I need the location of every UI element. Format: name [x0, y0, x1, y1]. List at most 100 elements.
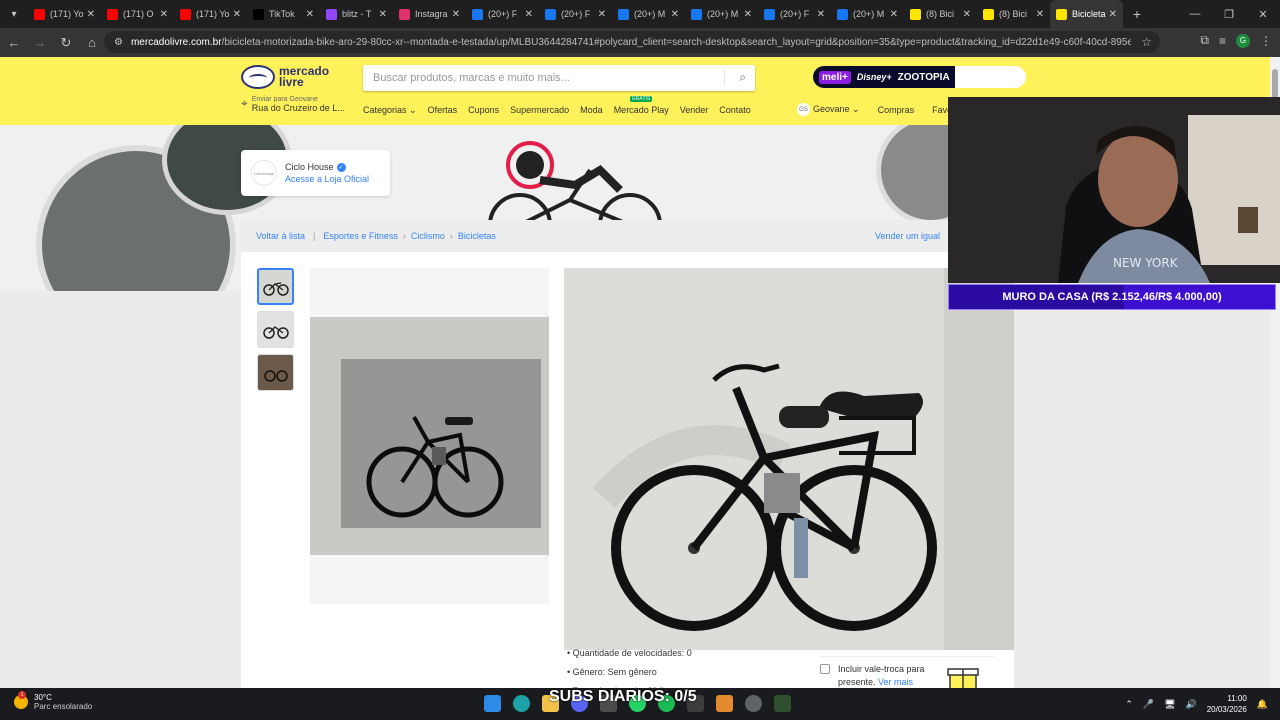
browser-toolbar: ← → ↻ ⌂ ⚙ mercadolivre.com.br/bicicleta-…	[0, 28, 1280, 57]
tab-close-icon[interactable]: ✕	[598, 9, 606, 20]
tab-close-icon[interactable]: ✕	[890, 9, 898, 20]
browser-tab[interactable]: (20+) M ✕	[831, 0, 904, 28]
restore-icon[interactable]: ❐	[1212, 0, 1246, 28]
site-info-icon[interactable]: ⚙	[114, 37, 123, 48]
breadcrumb-sports[interactable]: Esportes e Fitness	[323, 231, 398, 241]
browser-tab[interactable]: (8) Bici ✕	[977, 0, 1050, 28]
address-bar[interactable]: ⚙ mercadolivre.com.br/bicicleta-motoriza…	[104, 31, 1160, 53]
tab-close-icon[interactable]: ✕	[963, 9, 971, 20]
facebook-icon	[545, 8, 556, 20]
search-input[interactable]	[363, 65, 713, 91]
tab-close-icon[interactable]: ✕	[744, 9, 752, 20]
nav-item[interactable]: Supermercado	[510, 105, 569, 116]
clock-date: 20/03/2026	[1206, 705, 1247, 714]
nav-item[interactable]: Ofertas	[428, 105, 458, 116]
close-window-icon[interactable]: ✕	[1246, 0, 1280, 28]
microphone-icon[interactable]: 🎤	[1143, 699, 1154, 710]
back-icon[interactable]: ←	[2, 31, 26, 55]
network-icon[interactable]: 🖥	[1164, 699, 1175, 710]
sell-same-link[interactable]: Vender um igual	[875, 231, 940, 241]
url-domain: mercadolivre.com.br	[130, 36, 222, 48]
chevron-right-icon: ›	[449, 231, 453, 241]
breadcrumb-bicycles[interactable]: Bicicletas	[458, 231, 496, 241]
browser-tab[interactable]: (171) O ✕	[101, 0, 174, 28]
tab-close-icon[interactable]: ✕	[817, 9, 825, 20]
browser-tab[interactable]: blitz - T ✕	[320, 0, 393, 28]
gift-trade-option: Incluir vale-troca para presente. Ver ma…	[820, 656, 995, 693]
user-name: Geovane ⌄	[813, 103, 860, 114]
store-name: Ciclo House	[285, 162, 334, 172]
browser-tab[interactable]: (171) YouTube✕	[28, 0, 101, 28]
browser-tab[interactable]: (8) Bici ✕	[904, 0, 977, 28]
forward-icon[interactable]: →	[28, 31, 52, 55]
tab-close-icon[interactable]: ✕	[1109, 9, 1117, 20]
tab-title: (171) O	[123, 9, 154, 19]
nav-item[interactable]: Categorias ⌄	[363, 105, 417, 116]
browser-menu-icon[interactable]: ⋮	[1260, 34, 1272, 48]
nav-item[interactable]: Mercado Play GRÁTIS	[614, 96, 669, 116]
media-icon[interactable]: ≡	[1219, 34, 1226, 48]
youtube-icon	[180, 8, 191, 20]
profile-avatar[interactable]: G	[1236, 33, 1250, 48]
browser-tab[interactable]: (20+) M ✕	[685, 0, 758, 28]
edge-icon[interactable]	[513, 695, 530, 712]
nav-compras[interactable]: Compras	[878, 105, 915, 115]
browser-tab[interactable]: (171) Yo ✕	[174, 0, 247, 28]
user-menu[interactable]: GS Geovane ⌄	[797, 103, 860, 116]
reload-icon[interactable]: ↻	[54, 31, 78, 55]
browser-tab[interactable]: TikTok ✕	[247, 0, 320, 28]
official-store-link[interactable]: Acesse a Loja Oficial	[285, 174, 369, 184]
nav-item[interactable]: Vender	[680, 105, 709, 116]
tab-close-icon[interactable]: ✕	[306, 9, 314, 20]
volume-icon[interactable]: 🔊	[1186, 699, 1197, 710]
search-icon[interactable]: ⌕	[739, 70, 746, 85]
breadcrumb-cycling[interactable]: Ciclismo	[411, 231, 445, 241]
thumbnail-1[interactable]	[257, 268, 294, 305]
browser-tab[interactable]: (20+) F ✕	[758, 0, 831, 28]
thumbnail-2[interactable]	[257, 311, 294, 348]
tab-close-icon[interactable]: ✕	[233, 9, 241, 20]
main-product-image[interactable]	[310, 268, 549, 604]
mercadolivre-logo[interactable]: mercado livre	[241, 65, 329, 89]
browser-tab[interactable]: Bicicleta ✕	[1050, 0, 1123, 28]
tab-search-icon[interactable]: ▾	[0, 0, 28, 28]
new-tab-button[interactable]: +	[1123, 6, 1151, 22]
gift-trade-more-link[interactable]: Ver mais	[878, 677, 913, 687]
bike-photo	[310, 317, 549, 555]
meli-plus-promo-banner[interactable]: meli+ Disney+ ZOOTOPIA	[813, 66, 1026, 88]
extensions-icon[interactable]: ⧉	[1200, 33, 1209, 48]
gift-trade-checkbox[interactable]	[820, 664, 830, 674]
notifications-icon[interactable]: 🔔	[1257, 699, 1268, 710]
weather-widget[interactable]: 1 30°C Parc ensolarado	[14, 691, 92, 711]
nav-item[interactable]: Contato	[719, 105, 751, 116]
tab-close-icon[interactable]: ✕	[160, 9, 168, 20]
clock[interactable]: 11:00 20/03/2026	[1207, 693, 1247, 715]
main-nav: Categorias ⌄ Ofertas Cupons Supermercado Mod…	[363, 96, 751, 116]
thumbnail-3[interactable]	[257, 354, 294, 391]
shipping-location[interactable]: ⌖ Enviar para Geovane Rua do Cruzeiro de…	[241, 96, 345, 113]
chrome-icon[interactable]	[745, 695, 762, 712]
minimize-icon[interactable]: —	[1178, 0, 1212, 28]
facebook-icon	[472, 8, 483, 20]
tab-close-icon[interactable]: ✕	[525, 9, 533, 20]
tab-close-icon[interactable]: ✕	[87, 9, 95, 20]
home-icon[interactable]: ⌂	[80, 31, 104, 55]
tab-close-icon[interactable]: ✕	[452, 9, 460, 20]
bookmark-star-icon[interactable]: ☆	[1141, 35, 1152, 49]
browser-tab[interactable]: (20+) F ✕	[466, 0, 539, 28]
tab-close-icon[interactable]: ✕	[1036, 9, 1044, 20]
nav-item[interactable]: Cupons	[468, 105, 499, 116]
nav-item[interactable]: Moda	[580, 105, 603, 116]
browser-tab[interactable]: (20+) F ✕	[539, 0, 612, 28]
official-store-card[interactable]: CicloHouse Ciclo House ✓ Acesse a Loja Of…	[241, 150, 390, 196]
back-to-list-link[interactable]: Voltar à lista	[256, 231, 305, 241]
tab-close-icon[interactable]: ✕	[671, 9, 679, 20]
browser-tab[interactable]: (20+) M ✕	[612, 0, 685, 28]
chevron-up-icon[interactable]: ⌃	[1125, 699, 1133, 710]
browser-tab[interactable]: Instagra ✕	[393, 0, 466, 28]
tab-close-icon[interactable]: ✕	[379, 9, 387, 20]
stream-app-icon[interactable]	[774, 695, 791, 712]
store-icon[interactable]	[716, 695, 733, 712]
webcam-overlay: NEW YORK	[948, 97, 1280, 283]
windows-start-icon[interactable]	[484, 695, 501, 712]
